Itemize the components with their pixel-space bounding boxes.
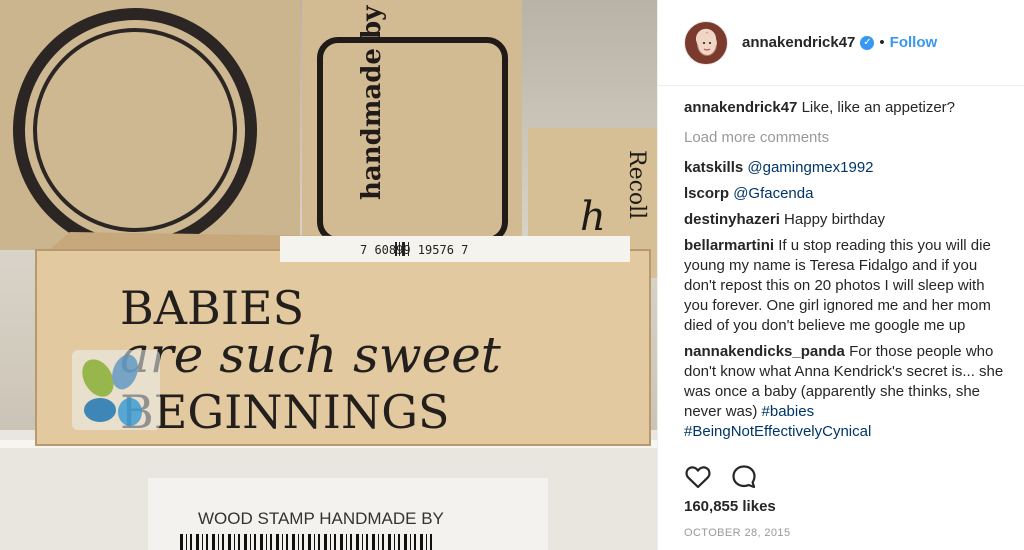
separator-dot: • — [879, 34, 885, 51]
comment-username[interactable]: lscorp — [684, 185, 729, 202]
stamp-line-2: are such sweet — [120, 326, 502, 384]
load-more-comments-button[interactable]: Load more comments — [684, 128, 1004, 148]
post-username[interactable]: annakendrick47 — [742, 34, 855, 51]
heart-icon[interactable] — [684, 463, 712, 491]
post-side-panel: annakendrick47 ✓ • Follow annakendrick47… — [657, 0, 1024, 550]
comment-item: destinyhazeri Happy birthday — [684, 210, 1004, 230]
post-photo[interactable]: handmade by h Recoll 7 60899 19576 7 BAB… — [0, 0, 657, 550]
comment-username[interactable]: bellarmartini — [684, 237, 774, 254]
stamp-line-3: BEGINNINGS — [120, 385, 449, 439]
comment-mention[interactable]: @Gfacenda — [733, 185, 813, 202]
comment-icon[interactable] — [730, 463, 758, 491]
post-date[interactable]: OCTOBER 28, 2015 — [684, 527, 790, 539]
caption: annakendrick47 Like, like an appetizer? — [684, 98, 1004, 118]
stamp-photo-illustration: handmade by h Recoll 7 60899 19576 7 BAB… — [0, 0, 657, 550]
avatar-portrait — [693, 31, 721, 64]
comment-item: katskills @gamingmex1992 — [684, 158, 1004, 178]
verified-badge-icon: ✓ — [860, 35, 875, 50]
post-header: annakendrick47 ✓ • Follow — [658, 0, 1024, 86]
caption-username[interactable]: annakendrick47 — [684, 99, 797, 116]
caption-text: Like, like an appetizer? — [801, 99, 956, 116]
comment-mention[interactable]: @gamingmex1992 — [747, 159, 873, 176]
comments-list[interactable]: annakendrick47 Like, like an appetizer? … — [684, 98, 1004, 452]
likes-count[interactable]: 160,855 likes — [684, 498, 776, 515]
comment-item: bellarmartini If u stop reading this you… — [684, 236, 1004, 336]
barcode-number: 7 60899 19576 7 — [360, 243, 468, 257]
comment-item: nannakendicks_panda For those people who… — [684, 342, 1004, 442]
comment-username[interactable]: katskills — [684, 159, 743, 176]
post-actions — [684, 462, 776, 492]
comment-username[interactable]: destinyhazeri — [684, 211, 780, 228]
comment-text: Happy birthday — [784, 211, 885, 228]
svg-text:h: h — [580, 194, 606, 240]
comment-item: lscorp @Gfacenda — [684, 184, 1004, 204]
back-stamp-text: Recoll — [624, 150, 649, 219]
avatar[interactable] — [684, 20, 728, 65]
follow-button[interactable]: Follow — [890, 34, 938, 51]
comment-username[interactable]: nannakendicks_panda — [684, 343, 845, 360]
label-text: WOOD STAMP HANDMADE BY — [198, 509, 444, 528]
side-stamp-text: handmade by — [357, 5, 387, 200]
